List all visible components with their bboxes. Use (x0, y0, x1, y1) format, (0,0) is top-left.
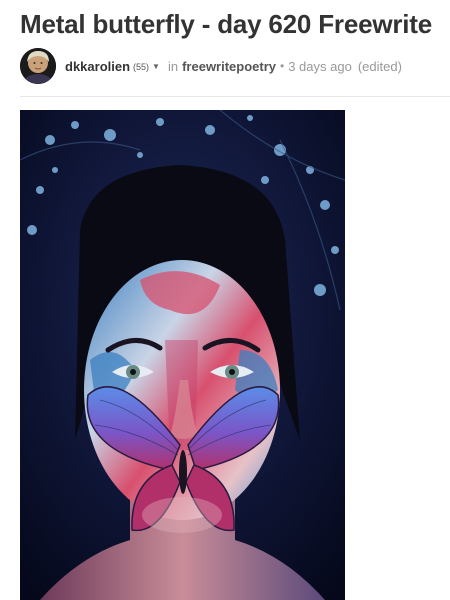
post-title: Metal butterfly - day 620 Freewrite (20, 9, 433, 39)
author-name-link[interactable]: dkkarolien (65, 59, 130, 74)
in-label: in (167, 58, 179, 74)
author-bar: dkkarolien (55) ▼ in freewritepoetry • 3… (20, 48, 402, 84)
edited-label: (edited) (357, 58, 402, 74)
author-reputation: (55) (133, 62, 150, 72)
painted-face-butterfly-image (20, 110, 345, 600)
post-time[interactable]: 3 days ago (288, 59, 352, 74)
author-avatar[interactable] (20, 48, 56, 84)
post-image[interactable] (20, 110, 345, 600)
community-link[interactable]: freewritepoetry (182, 59, 276, 74)
avatar-image (20, 48, 56, 84)
header-divider (20, 96, 450, 97)
meta-separator: • (280, 59, 285, 73)
caret-down-icon[interactable]: ▼ (152, 62, 160, 71)
